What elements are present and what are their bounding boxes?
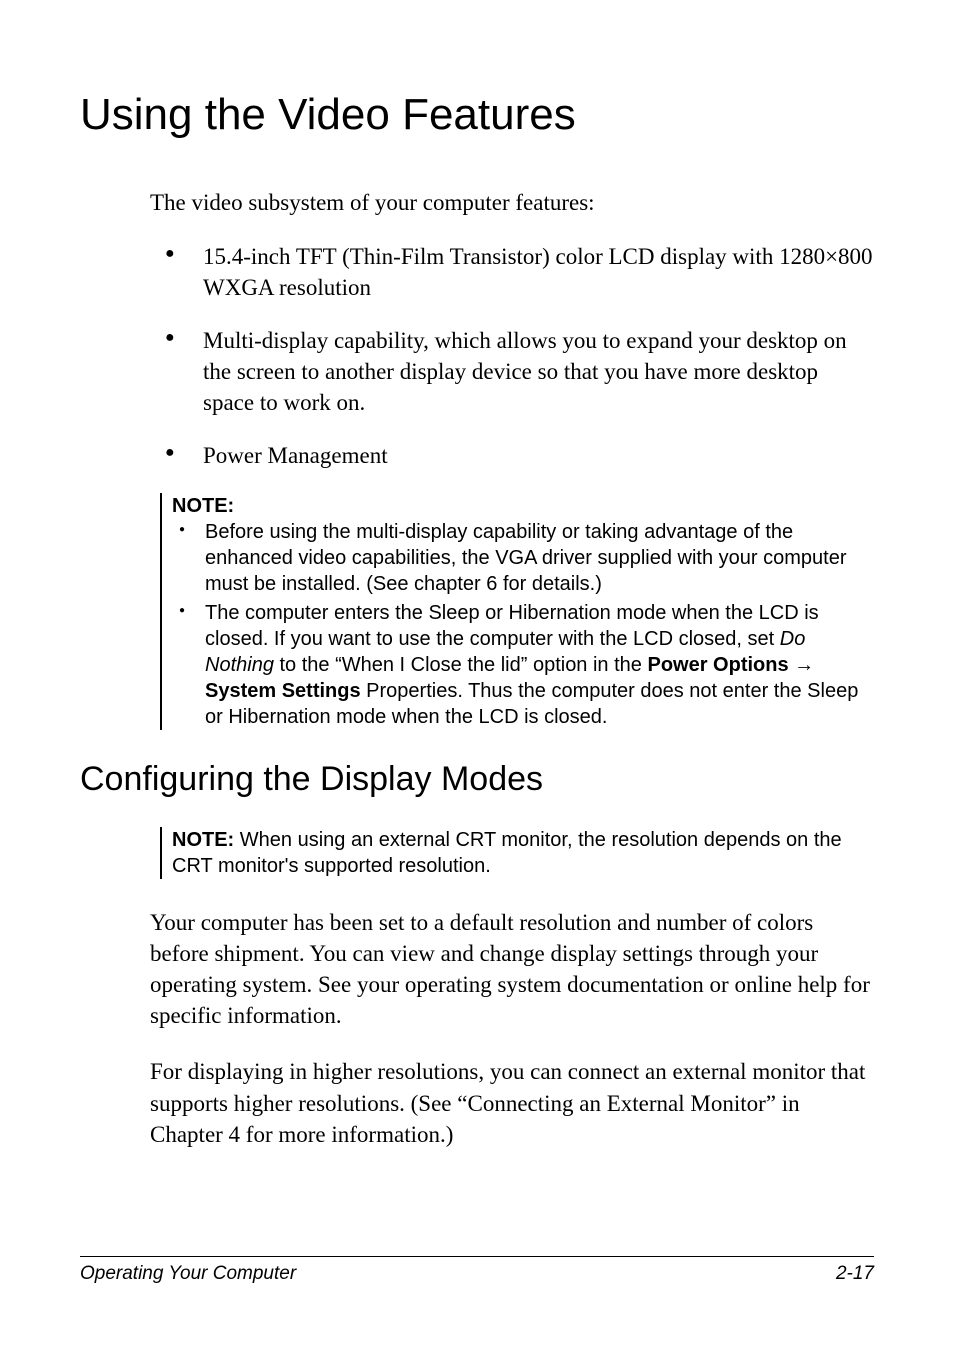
list-item: The computer enters the Sleep or Hiberna…	[177, 600, 874, 730]
note-bold: Power Options	[647, 654, 788, 676]
body-paragraph: For displaying in higher resolutions, yo…	[150, 1056, 874, 1149]
footer-left: Operating Your Computer	[80, 1263, 296, 1285]
section-heading: Configuring the Display Modes	[80, 760, 874, 799]
note-block: NOTE: When using an external CRT monitor…	[160, 827, 874, 879]
note-block: NOTE: Before using the multi-display cap…	[160, 493, 874, 730]
note-bold: System Settings	[205, 680, 361, 702]
intro-text: The video subsystem of your computer fea…	[150, 190, 874, 216]
body-paragraph: Your computer has been set to a default …	[150, 907, 874, 1031]
list-item: Power Management	[165, 440, 874, 471]
note-label: NOTE:	[172, 829, 234, 851]
note-list: Before using the multi-display capabilit…	[177, 519, 874, 730]
note-text: When using an external CRT monitor, the …	[172, 829, 842, 877]
note-text: The computer enters the Sleep or Hiberna…	[205, 602, 819, 650]
list-item: Before using the multi-display capabilit…	[177, 519, 874, 597]
arrow-icon: →	[789, 654, 815, 676]
feature-list: 15.4-inch TFT (Thin-Film Transistor) col…	[165, 241, 874, 471]
list-item: 15.4-inch TFT (Thin-Film Transistor) col…	[165, 241, 874, 303]
note-label: NOTE:	[172, 493, 874, 519]
page-footer: Operating Your Computer 2-17	[80, 1256, 874, 1285]
page-title: Using the Video Features	[80, 90, 874, 140]
list-item: Multi-display capability, which allows y…	[165, 325, 874, 418]
note-text: to the “When I Close the lid” option in …	[274, 654, 648, 676]
footer-right: 2-17	[836, 1263, 874, 1285]
